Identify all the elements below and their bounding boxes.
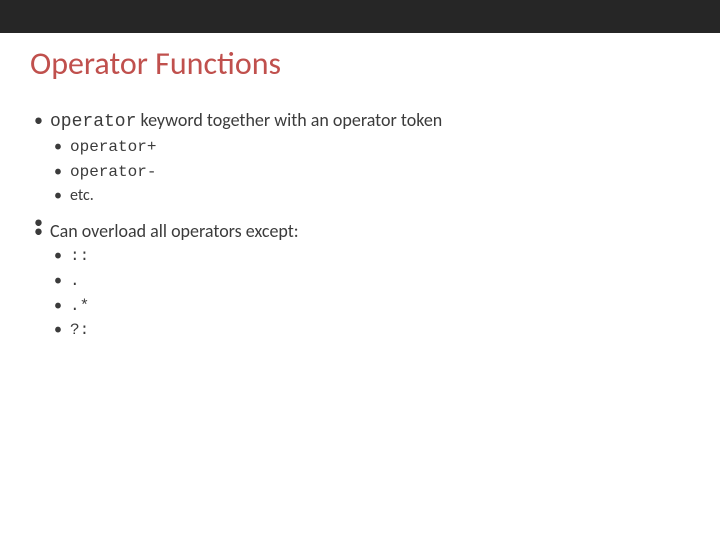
bullet-list-level2: operator+ operator- etc.	[50, 136, 690, 207]
code-text: ::	[70, 247, 89, 265]
top-bar	[0, 0, 720, 33]
bullet-list-level2: :: . .* ?:	[50, 245, 690, 341]
bullet-item: .*	[50, 295, 690, 318]
code-text: .	[70, 272, 80, 290]
bullet-item: .	[50, 270, 690, 293]
code-text: operator-	[70, 163, 156, 181]
bullet-item: ::	[50, 245, 690, 268]
slide-title: Operator Functions	[30, 44, 281, 83]
bullet-item: ?:	[50, 319, 690, 342]
slide: Operator Functions operator keyword toge…	[0, 0, 720, 540]
body-text: keyword together with an operator token	[136, 109, 442, 131]
code-text: operator	[50, 112, 136, 132]
code-text: .*	[70, 297, 89, 315]
bullet-item: operator-	[50, 161, 690, 184]
body-text: Can overload all operators except:	[50, 220, 299, 242]
bullet-item: operator+	[50, 136, 690, 159]
bullet-item: Can overload all operators except: :: . …	[30, 219, 690, 342]
code-text: ?:	[70, 321, 89, 339]
spacer	[30, 210, 690, 216]
bullet-list-level1: operator keyword together with an operat…	[30, 108, 690, 342]
body-text: etc.	[70, 186, 94, 205]
bullet-item: etc.	[50, 185, 690, 207]
bullet-item: operator keyword together with an operat…	[30, 108, 690, 207]
code-text: operator+	[70, 138, 156, 156]
slide-body: operator keyword together with an operat…	[30, 108, 690, 345]
